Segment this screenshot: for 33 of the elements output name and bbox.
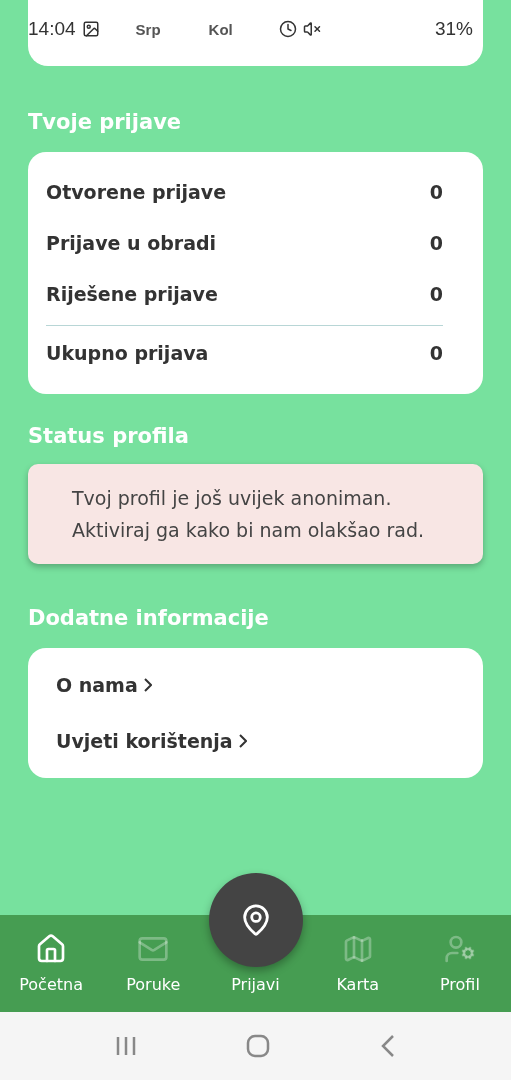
nav-tab[interactable]: Početna [0, 915, 103, 1012]
nav-tab[interactable]: Prijavi [204, 970, 307, 1012]
report-count: 0 [429, 282, 443, 305]
info-link[interactable]: O nama [56, 674, 455, 696]
back-icon[interactable] [380, 1034, 397, 1058]
report-label: Otvorene prijave [46, 180, 227, 203]
report-count: 0 [429, 180, 443, 203]
status-time: 14:04 [28, 18, 76, 40]
section-title: Status profila [28, 424, 190, 448]
profile-status-message: Tvoj profil je još uvijek anoniman. Aktiviraj ga kako bi nam olakšao rad. [28, 464, 483, 564]
report-count: 0 [429, 231, 443, 254]
month-label: Kol [208, 20, 233, 38]
mute-icon [302, 20, 321, 38]
nav-tab[interactable]: Karta [306, 915, 409, 1012]
report-label: Ukupno prijava [46, 342, 209, 364]
section-title: Tvoje prijave [28, 110, 183, 134]
recent-apps-icon[interactable] [114, 1035, 137, 1057]
nav-tab[interactable]: Poruke [102, 915, 205, 1012]
month-label: Srp [135, 20, 161, 38]
report-label: Riješene prijave [46, 282, 218, 305]
report-label: Prijave u obradi [46, 231, 217, 254]
home-button-icon[interactable] [246, 1034, 271, 1058]
battery-level: 31% [434, 18, 473, 40]
section-title: Dodatne informacije [28, 606, 270, 630]
chevron-right-icon [238, 734, 247, 748]
info-link[interactable]: Uvjeti korištenja [56, 730, 455, 752]
user-gear-icon [443, 933, 476, 965]
gallery-icon [81, 20, 100, 38]
alarm-icon [278, 20, 297, 38]
report-count: 0 [429, 342, 443, 364]
report-location-button[interactable] [208, 873, 303, 967]
chevron-right-icon [143, 678, 152, 692]
nav-tab[interactable]: Profil [408, 915, 511, 1012]
